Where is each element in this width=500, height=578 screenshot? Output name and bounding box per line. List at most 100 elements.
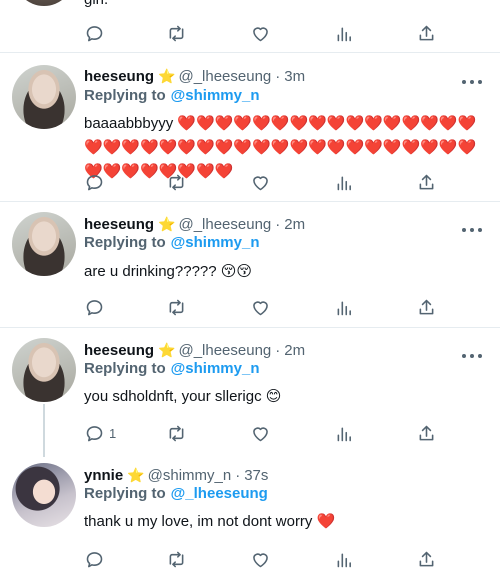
retweet-button[interactable] — [166, 548, 187, 570]
stats-icon — [337, 300, 351, 315]
share-button[interactable] — [416, 422, 437, 444]
stats-button[interactable] — [334, 22, 355, 44]
share-icon — [419, 425, 434, 440]
retweet-icon — [169, 551, 184, 567]
avatar[interactable] — [14, 0, 74, 6]
display-name[interactable]: heeseung — [84, 68, 154, 85]
retweet-icon — [169, 425, 184, 441]
more-icon[interactable] — [462, 74, 482, 90]
mention-link[interactable]: @shimmy_n — [171, 87, 260, 104]
retweet-button[interactable] — [166, 296, 187, 318]
retweet-icon — [169, 25, 184, 41]
tweet[interactable]: heeseung ⭐ @_lheeseung · 3m Replying to @… — [0, 54, 500, 202]
like-button[interactable] — [250, 422, 271, 444]
retweet-icon — [169, 174, 184, 190]
replying-to: Replying to @shimmy_n — [84, 87, 260, 107]
more-icon[interactable] — [462, 222, 482, 238]
share-icon — [419, 551, 434, 566]
retweet-button[interactable] — [166, 22, 187, 44]
reply-button[interactable] — [84, 171, 109, 193]
tweet-header: ynnie ⭐ @shimmy_n · 37s — [84, 465, 268, 485]
share-button[interactable] — [416, 171, 437, 193]
star-icon: ⭐ — [158, 341, 176, 358]
display-name[interactable]: heeseung — [84, 216, 154, 233]
tweet-actions — [84, 548, 444, 570]
thread-line — [43, 404, 45, 457]
replying-to: Replying to @shimmy_n — [84, 234, 260, 254]
mention-link[interactable]: @_lheeseung — [171, 485, 268, 502]
tweet-header: heeseung ⭐ @_lheeseung · 3m — [84, 66, 305, 86]
mention-link[interactable]: @shimmy_n — [171, 360, 260, 377]
reply-button[interactable] — [84, 548, 109, 570]
like-button[interactable] — [250, 22, 271, 44]
replying-label: Replying to — [84, 87, 166, 104]
tweet-actions: 1 — [84, 422, 444, 444]
stats-button[interactable] — [334, 422, 355, 444]
tweet-header: heeseung ⭐ @_lheeseung · 2m — [84, 340, 305, 360]
tweet-header: heeseung ⭐ @_lheeseung · 2m — [84, 214, 305, 234]
reply-icon — [86, 174, 103, 190]
timestamp[interactable]: 3m — [284, 68, 305, 85]
timestamp[interactable]: 2m — [284, 342, 305, 359]
like-icon — [253, 26, 268, 41]
avatar[interactable] — [12, 65, 76, 129]
avatar[interactable] — [12, 338, 76, 402]
stats-icon — [337, 552, 351, 567]
stats-button[interactable] — [334, 171, 355, 193]
like-button[interactable] — [250, 296, 271, 318]
stats-button[interactable] — [334, 548, 355, 570]
stats-icon — [337, 426, 351, 441]
like-icon — [253, 552, 268, 567]
star-icon: ⭐ — [158, 215, 176, 232]
replying-label: Replying to — [84, 360, 166, 377]
more-icon[interactable] — [462, 348, 482, 364]
timestamp[interactable]: 2m — [284, 216, 305, 233]
share-button[interactable] — [416, 296, 437, 318]
handle[interactable]: @shimmy_n — [148, 467, 232, 484]
avatar[interactable] — [12, 463, 76, 527]
reply-button[interactable] — [84, 22, 105, 44]
star-icon: ⭐ — [127, 466, 145, 483]
separator: · — [275, 67, 281, 85]
tweet-text: girl. — [84, 0, 108, 8]
handle[interactable]: @_lheeseung — [178, 216, 271, 233]
timestamp[interactable]: 37s — [244, 467, 268, 484]
share-button[interactable] — [416, 548, 437, 570]
tweet[interactable]: heeseung ⭐ @_lheeseung · 2m Replying to @… — [0, 329, 500, 457]
reply-icon — [86, 25, 103, 41]
handle[interactable]: @_lheeseung — [178, 342, 271, 359]
tweet-actions — [84, 171, 444, 193]
tweet[interactable]: heeseung ⭐ @_lheeseung · 2m Replying to @… — [0, 203, 500, 328]
replying-to: Replying to @_lheeseung — [84, 485, 268, 505]
like-icon — [253, 175, 268, 190]
handle[interactable]: @_lheeseung — [178, 68, 271, 85]
replying-label: Replying to — [84, 485, 166, 502]
like-icon — [253, 300, 268, 315]
reply-button[interactable]: 1 — [84, 422, 116, 444]
reply-button[interactable] — [84, 296, 109, 318]
replying-to: Replying to @shimmy_n — [84, 360, 260, 380]
share-icon — [419, 25, 434, 40]
share-icon — [419, 299, 434, 314]
stats-button[interactable] — [334, 296, 355, 318]
tweet-actions — [84, 22, 444, 44]
mention-link[interactable]: @shimmy_n — [171, 234, 260, 251]
tweet-text: are u drinking????? 😚😚 — [84, 263, 253, 280]
retweet-button[interactable] — [166, 422, 187, 444]
share-button[interactable] — [416, 22, 437, 44]
like-button[interactable] — [250, 171, 271, 193]
like-button[interactable] — [250, 548, 271, 570]
tweet-text: thank u my love, im not dont worry ❤️ — [84, 513, 336, 530]
like-icon — [253, 426, 268, 441]
avatar[interactable] — [12, 212, 76, 276]
retweet-icon — [169, 299, 184, 315]
replying-label: Replying to — [84, 234, 166, 251]
separator: · — [235, 466, 241, 484]
reply-count: 1 — [109, 425, 117, 441]
partial-tweet[interactable]: girl. — [0, 0, 500, 53]
display-name[interactable]: heeseung — [84, 342, 154, 359]
separator: · — [275, 341, 281, 359]
display-name[interactable]: ynnie — [84, 467, 123, 484]
retweet-button[interactable] — [166, 171, 187, 193]
tweet[interactable]: ynnie ⭐ @shimmy_n · 37s Replying to @_lhe… — [0, 455, 500, 578]
